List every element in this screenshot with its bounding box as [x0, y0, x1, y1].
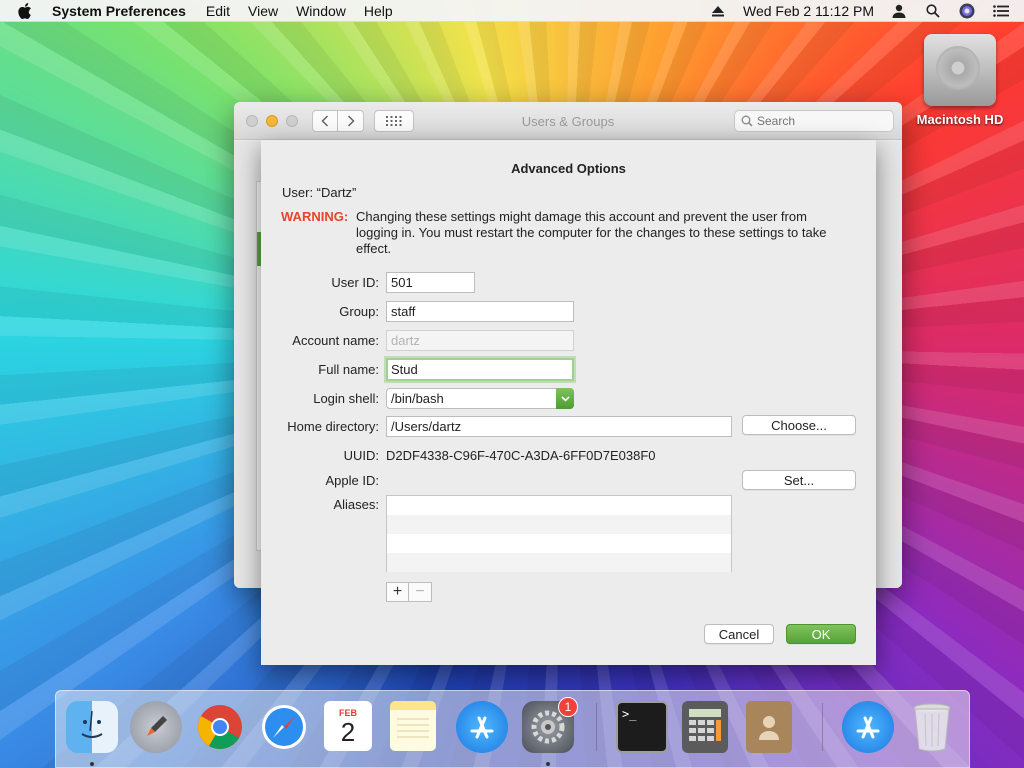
- menu-bar: System Preferences Edit View Window Help…: [0, 0, 1024, 22]
- menu-clock[interactable]: Wed Feb 2 11:12 PM: [743, 3, 874, 19]
- aliases-list[interactable]: [386, 495, 732, 572]
- eject-icon[interactable]: [709, 3, 727, 19]
- advanced-options-sheet: Advanced Options User: “Dartz” WARNING: …: [261, 140, 876, 665]
- menu-help[interactable]: Help: [364, 3, 393, 19]
- search-input[interactable]: [757, 114, 877, 128]
- login-shell-value: /bin/bash: [391, 391, 444, 406]
- app-store-icon[interactable]: [456, 701, 508, 753]
- safari-icon[interactable]: [258, 701, 310, 753]
- sheet-title: Advanced Options: [511, 161, 626, 176]
- search-field[interactable]: [734, 110, 894, 132]
- user-line: User: “Dartz”: [282, 185, 357, 200]
- list-item[interactable]: [387, 534, 731, 553]
- group-label: Group:: [339, 304, 379, 319]
- full-name-label: Full name:: [318, 362, 379, 377]
- trash-icon[interactable]: [906, 701, 958, 753]
- add-alias-button[interactable]: +: [386, 582, 409, 602]
- group-field[interactable]: [386, 301, 574, 322]
- home-directory-field[interactable]: [386, 416, 732, 437]
- notification-badge: 1: [558, 697, 578, 717]
- terminal-icon[interactable]: >_: [616, 701, 668, 753]
- set-apple-id-button[interactable]: Set...: [742, 470, 856, 490]
- running-indicator: [546, 762, 550, 766]
- notification-center-icon[interactable]: [992, 3, 1010, 19]
- aliases-label: Aliases:: [333, 497, 379, 512]
- menu-app-name[interactable]: System Preferences: [52, 3, 186, 19]
- home-directory-label: Home directory:: [287, 419, 379, 434]
- uuid-value: D2DF4338-C96F-470C-A3DA-6FF0D7E038F0: [386, 448, 656, 463]
- system-preferences-icon[interactable]: 1: [522, 697, 578, 753]
- spotlight-search-icon[interactable]: [924, 3, 942, 19]
- list-item[interactable]: [387, 496, 731, 515]
- running-indicator: [90, 762, 94, 766]
- hard-drive-icon: [924, 34, 996, 106]
- search-icon: [741, 115, 753, 127]
- disk-label: Macintosh HD: [916, 112, 1004, 127]
- calendar-day: 2: [340, 717, 356, 747]
- menu-view[interactable]: View: [248, 3, 278, 19]
- window-titlebar[interactable]: Users & Groups: [234, 102, 902, 140]
- account-name-label: Account name:: [292, 333, 379, 348]
- uuid-label: UUID:: [343, 448, 379, 463]
- notes-icon[interactable]: [390, 701, 436, 751]
- contacts-icon[interactable]: [746, 701, 792, 753]
- calculator-icon[interactable]: [682, 701, 728, 753]
- siri-icon[interactable]: [958, 3, 976, 19]
- terminal-prompt: >_: [622, 707, 637, 721]
- dock-separator: [596, 703, 597, 751]
- remove-alias-button[interactable]: −: [409, 582, 432, 602]
- dock: FEB 2 1 >_: [55, 690, 970, 768]
- app-store-downloads-icon[interactable]: [842, 701, 894, 753]
- user-id-field[interactable]: [386, 272, 475, 293]
- warning-label: WARNING:: [281, 209, 349, 224]
- apple-menu-icon[interactable]: [18, 2, 38, 19]
- user-icon[interactable]: [890, 3, 908, 19]
- menu-window[interactable]: Window: [296, 3, 346, 19]
- login-shell-label: Login shell:: [313, 391, 379, 406]
- user-id-label: User ID:: [331, 275, 379, 290]
- calendar-icon[interactable]: FEB 2: [324, 701, 372, 751]
- list-item[interactable]: [387, 515, 731, 534]
- alias-add-remove: + −: [386, 582, 432, 602]
- full-name-field[interactable]: [386, 358, 574, 381]
- apple-id-label: Apple ID:: [325, 473, 379, 488]
- ok-button[interactable]: OK: [786, 624, 856, 644]
- desktop-disk[interactable]: Macintosh HD: [912, 34, 1008, 127]
- login-shell-popup[interactable]: /bin/bash: [386, 388, 574, 409]
- list-item[interactable]: [387, 553, 731, 572]
- dock-separator: [822, 703, 823, 751]
- menu-edit[interactable]: Edit: [206, 3, 230, 19]
- warning-text: Changing these settings might damage thi…: [356, 209, 827, 256]
- launchpad-icon[interactable]: [130, 701, 182, 753]
- account-name-field: [386, 330, 574, 351]
- finder-icon[interactable]: [66, 701, 118, 753]
- cancel-button[interactable]: Cancel: [704, 624, 774, 644]
- chrome-icon[interactable]: [194, 701, 246, 753]
- choose-button[interactable]: Choose...: [742, 415, 856, 435]
- chevron-down-icon: [556, 388, 574, 409]
